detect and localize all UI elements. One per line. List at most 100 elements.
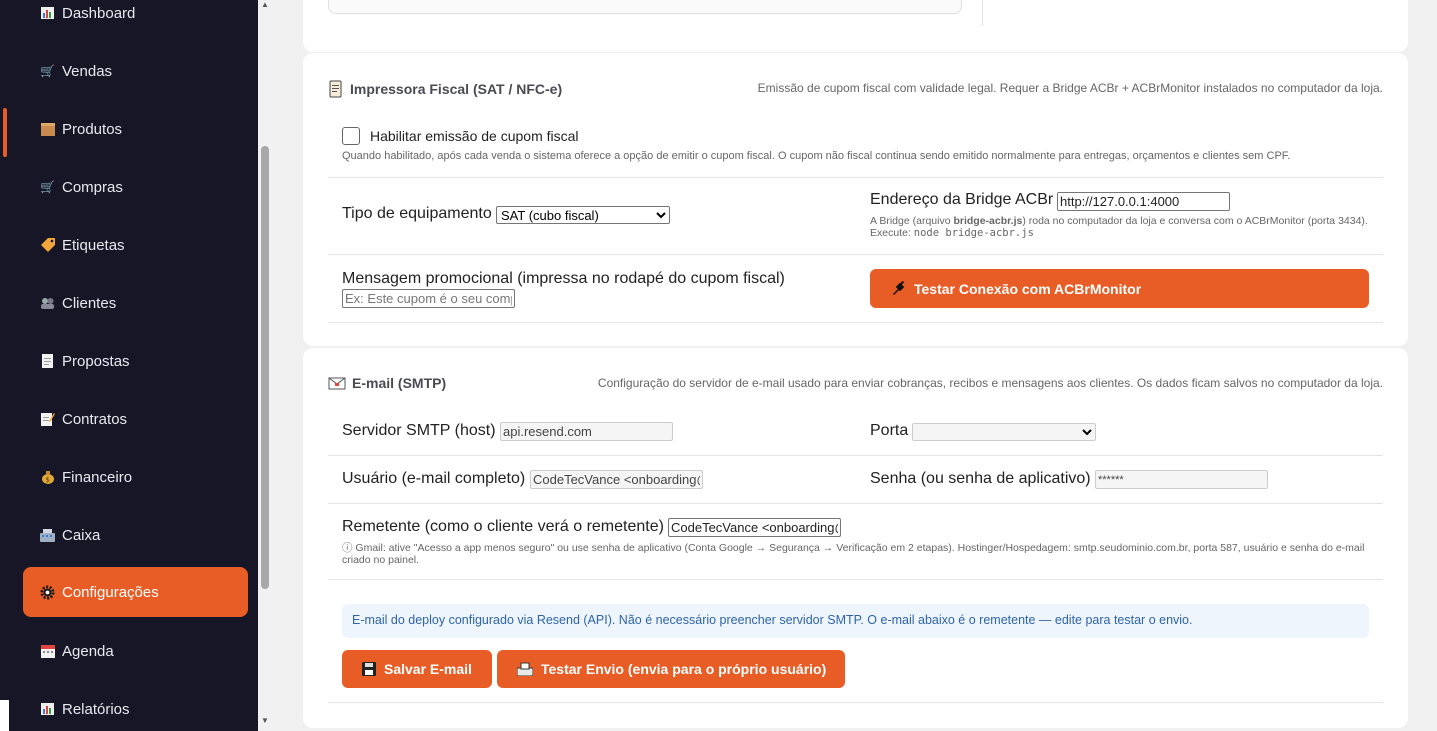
- row-divider: [328, 503, 1383, 504]
- cart-icon: 🛒: [40, 180, 55, 194]
- sidebar-item-label: Compras: [62, 178, 123, 196]
- fiscal-card-title: Impressora Fiscal (SAT / NFC-e): [328, 80, 562, 98]
- equipment-type-label: Tipo de equipamento: [342, 205, 492, 222]
- scroll-down-arrow-icon[interactable]: ▼: [261, 716, 269, 725]
- sidebar-item-label: Etiquetas: [62, 236, 125, 254]
- fiscal-title-text: Impressora Fiscal (SAT / NFC-e): [350, 81, 563, 97]
- fiscal-printer-card: Impressora Fiscal (SAT / NFC-e) Emissão …: [303, 53, 1408, 346]
- cart-icon: 🛒: [40, 64, 55, 78]
- sidebar-item-dashboard[interactable]: Dashboard: [23, 0, 248, 38]
- sidebar-item-etiquetas[interactable]: Etiquetas: [23, 220, 248, 270]
- sidebar: Dashboard 🛒 Vendas Produtos 🛒 Compras Et…: [0, 0, 258, 731]
- floppy-disk-icon: [362, 662, 376, 676]
- sidebar-item-label: Relatórios: [62, 700, 130, 718]
- sidebar-item-agenda[interactable]: Agenda: [23, 626, 248, 676]
- bridge-hint-filename: bridge-acbr.js: [953, 215, 1023, 227]
- sidebar-item-propostas[interactable]: Propostas: [23, 336, 248, 386]
- smtp-password-label: Senha (ou senha de aplicativo): [870, 470, 1091, 487]
- bridge-hint-text: A Bridge (arquivo: [870, 215, 954, 227]
- bridge-address-input[interactable]: [1057, 192, 1230, 211]
- sidebar-bottom-edge: [0, 700, 9, 731]
- smtp-email-card: E-mail (SMTP) Configuração do servidor d…: [303, 348, 1408, 728]
- smtp-port-label: Porta: [870, 422, 909, 439]
- sidebar-item-produtos[interactable]: Produtos: [23, 104, 248, 154]
- smtp-sender-input[interactable]: [668, 518, 841, 537]
- sidebar-item-caixa[interactable]: Caixa: [23, 510, 248, 560]
- box-icon: [39, 121, 56, 138]
- row-divider: [328, 455, 1383, 456]
- test-acbr-connection-label: Testar Conexão com ACBrMonitor: [914, 280, 1142, 297]
- bridge-hint: A Bridge (arquivo bridge-acbr.js) roda n…: [870, 215, 1370, 239]
- row-divider: [328, 177, 1383, 178]
- promo-message-input[interactable]: [342, 289, 515, 308]
- sidebar-item-configuracoes[interactable]: Configurações: [23, 567, 248, 617]
- gear-icon: [39, 584, 56, 601]
- smtp-user-input[interactable]: [530, 470, 703, 489]
- row-divider: [328, 579, 1383, 580]
- save-email-button[interactable]: Salvar E-mail: [342, 650, 492, 688]
- sidebar-item-label: Produtos: [62, 120, 123, 138]
- sidebar-item-compras[interactable]: 🛒 Compras: [23, 162, 248, 212]
- memo-icon: [39, 411, 56, 428]
- page-scrollbar[interactable]: ▲ ▼: [258, 0, 272, 731]
- smtp-password-input[interactable]: [1095, 470, 1268, 489]
- row-divider: [328, 254, 1383, 255]
- test-send-button[interactable]: Testar Envio (envia para o próprio usuár…: [497, 650, 845, 688]
- bridge-address-label: Endereço da Bridge ACBr: [870, 191, 1054, 208]
- sidebar-item-relatorios[interactable]: Relatórios: [23, 684, 248, 731]
- save-email-label: Salvar E-mail: [384, 661, 472, 677]
- scroll-up-arrow-icon[interactable]: ▲: [261, 0, 269, 9]
- smtp-title-text: E-mail (SMTP): [352, 375, 447, 391]
- sidebar-item-label: Financeiro: [62, 468, 133, 486]
- sidebar-item-label: Propostas: [62, 352, 130, 370]
- enable-fiscal-checkbox[interactable]: [342, 127, 360, 145]
- plug-icon: [890, 280, 906, 297]
- money-bag-icon: $: [39, 469, 56, 486]
- bridge-hint-command: node bridge-acbr.js: [913, 227, 1034, 239]
- sidebar-item-vendas[interactable]: 🛒 Vendas: [23, 46, 248, 96]
- previous-section-box: [328, 0, 962, 14]
- sidebar-item-financeiro[interactable]: $ Financeiro: [23, 452, 248, 502]
- envelope-icon: [328, 376, 346, 390]
- enable-fiscal-hint: Quando habilitado, após cada venda o sis…: [342, 150, 1291, 162]
- sidebar-item-label: Caixa: [62, 526, 101, 544]
- test-acbr-connection-button[interactable]: Testar Conexão com ACBrMonitor: [870, 269, 1369, 308]
- bar-chart-icon: [39, 701, 56, 718]
- row-divider: [328, 702, 1383, 703]
- tag-icon: [39, 237, 56, 254]
- smtp-host-label: Servidor SMTP (host): [342, 422, 496, 439]
- smtp-host-input[interactable]: [500, 422, 673, 441]
- smtp-port-select[interactable]: [912, 423, 1096, 441]
- sidebar-item-contratos[interactable]: Contratos: [23, 394, 248, 444]
- sidebar-item-clientes[interactable]: Clientes: [23, 278, 248, 328]
- smtp-sender-label: Remetente (como o cliente verá o remeten…: [342, 518, 664, 535]
- calendar-icon: [39, 643, 56, 660]
- smtp-description: Configuração do servidor de e-mail usado…: [597, 376, 1383, 390]
- sidebar-item-label: Agenda: [62, 642, 114, 660]
- previous-settings-card: [303, 0, 1408, 52]
- sidebar-item-label: Dashboard: [62, 4, 136, 22]
- enable-fiscal-label[interactable]: Habilitar emissão de cupom fiscal: [370, 128, 579, 144]
- smtp-card-title: E-mail (SMTP): [328, 375, 446, 391]
- equipment-type-select[interactable]: SAT (cubo fiscal): [496, 206, 670, 224]
- scrollbar-thumb[interactable]: [261, 146, 269, 589]
- sidebar-item-label: Vendas: [62, 62, 113, 80]
- smtp-user-label: Usuário (e-mail completo): [342, 470, 526, 487]
- outbox-tray-icon: [517, 662, 533, 676]
- svg-text:$: $: [45, 476, 49, 484]
- smtp-info-hint: ⓘ Gmail: ative "Acesso a app menos segur…: [342, 542, 1365, 566]
- promo-message-label: Mensagem promocional (impressa no rodapé…: [342, 270, 785, 287]
- active-group-marker: [3, 108, 7, 157]
- bar-chart-icon: [39, 5, 56, 22]
- resend-notice-text: E-mail do deploy configurado via Resend …: [352, 613, 1193, 627]
- users-icon: [39, 295, 56, 312]
- sidebar-item-label: Configurações: [62, 583, 159, 601]
- row-divider: [328, 322, 1383, 323]
- vertical-divider: [982, 0, 983, 26]
- scroll-icon: [328, 80, 344, 98]
- cash-register-icon: [39, 527, 56, 544]
- resend-notice: E-mail do deploy configurado via Resend …: [342, 604, 1369, 638]
- sidebar-item-label: Contratos: [62, 410, 128, 428]
- sidebar-item-label: Clientes: [62, 294, 117, 312]
- test-send-label: Testar Envio (envia para o próprio usuár…: [541, 661, 827, 677]
